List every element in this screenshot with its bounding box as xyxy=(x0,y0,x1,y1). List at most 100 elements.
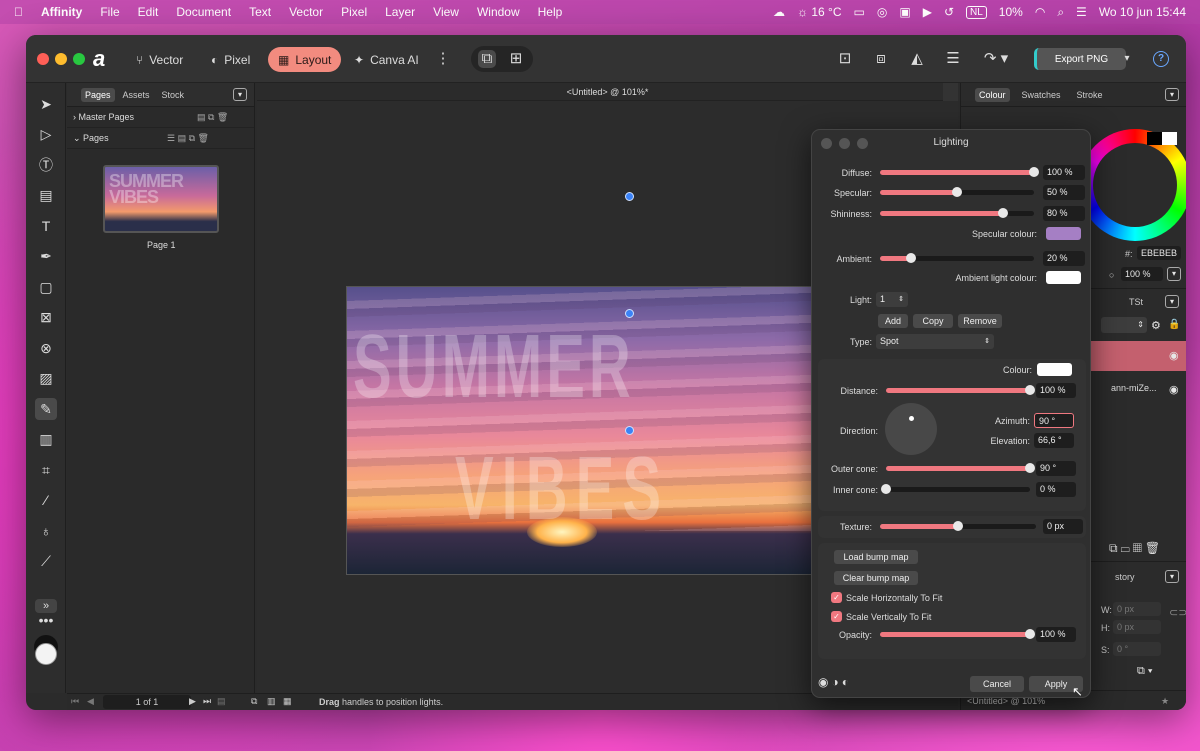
preview-mode-icons[interactable]: ◉◑◐ xyxy=(818,675,852,689)
page-options-icon[interactable]: ▤ xyxy=(217,696,226,707)
opacity-dropdown-icon[interactable]: ▾ xyxy=(1167,267,1181,281)
texture-value[interactable]: 0 px xyxy=(1043,519,1083,534)
page-thumbnail[interactable]: SUMMER VIBES xyxy=(103,165,219,233)
distance-slider[interactable] xyxy=(886,385,1035,395)
export-dropdown-icon[interactable]: ▾ xyxy=(1118,50,1136,68)
persona-layout[interactable]: ▦ Layout xyxy=(268,47,342,72)
artistic-text-tool-icon[interactable]: T xyxy=(35,215,57,237)
layers-tab[interactable]: TSt xyxy=(1129,297,1143,307)
colour-opacity-input[interactable]: 100 % xyxy=(1121,267,1163,281)
first-page-icon[interactable]: ⏮ xyxy=(71,696,79,707)
outer-cone-value[interactable]: 90 ° xyxy=(1036,461,1076,476)
diffuse-value[interactable]: 100 % xyxy=(1043,165,1085,180)
export-png-button[interactable]: Export PNG xyxy=(1034,48,1126,70)
width-input[interactable]: 0 px xyxy=(1113,602,1161,616)
layers-panel-menu-icon[interactable]: ▾ xyxy=(1165,295,1179,308)
favorite-star-icon[interactable]: ★ xyxy=(1161,691,1169,710)
window-minimize-button[interactable] xyxy=(55,53,67,65)
layer-visibility-eye-icon-2[interactable]: ◉ xyxy=(1169,383,1179,396)
document-tool-icon[interactable]: ▥ xyxy=(35,428,57,450)
briefcase-icon[interactable]: ▣ xyxy=(899,5,910,19)
page-counter[interactable]: 1 of 1 xyxy=(103,695,191,709)
help-icon[interactable]: ? xyxy=(1153,51,1169,67)
view-icon[interactable]: ▥ xyxy=(267,696,276,707)
add-light-button[interactable]: Add xyxy=(878,314,908,328)
light-colour-swatch[interactable] xyxy=(1037,363,1072,376)
prev-page-icon[interactable]: ◀ xyxy=(87,696,94,707)
slider-knob[interactable] xyxy=(881,484,891,494)
apple-icon[interactable]:  xyxy=(14,5,23,19)
light-handle-top[interactable] xyxy=(625,192,634,201)
time-machine-icon[interactable]: ↺ xyxy=(944,5,954,19)
master-pages-section[interactable]: › Master Pages ▤ ⧉ 🗑 xyxy=(67,107,254,128)
eyedropper-tool-icon[interactable]: ⁄ xyxy=(35,489,57,511)
input-source[interactable]: NL xyxy=(966,5,987,19)
tab-swatches[interactable]: Swatches xyxy=(1018,88,1065,102)
slider-knob[interactable] xyxy=(998,208,1009,218)
light-number-stepper[interactable]: 1 ⇕ xyxy=(876,292,908,307)
crop-tool-icon[interactable]: ⌗ xyxy=(35,459,57,481)
persona-vector[interactable]: ⑂ Vector xyxy=(126,47,193,72)
control-center-icon[interactable]: ☰ xyxy=(1076,5,1087,19)
black-swatch[interactable] xyxy=(1147,132,1162,145)
node-tool-icon[interactable]: ▷ xyxy=(35,123,57,145)
flip-icon[interactable]: ◭ xyxy=(908,50,926,68)
master-page-tools-icon[interactable]: ▤ ⧉ 🗑 xyxy=(197,112,228,123)
layer-settings-gear-icon[interactable]: ⚙ xyxy=(1151,319,1161,332)
specular-slider[interactable] xyxy=(880,187,1034,197)
sunset-image[interactable]: SUMMER VIBES xyxy=(346,286,812,575)
picture-frame-tool-icon[interactable]: ⊠ xyxy=(35,306,57,328)
specular-value[interactable]: 50 % xyxy=(1043,185,1085,200)
layer-name[interactable]: ann-miZe... xyxy=(1111,383,1157,393)
lock-icon[interactable]: 🔒 xyxy=(1168,319,1180,330)
menu-layer[interactable]: Layer xyxy=(385,5,415,19)
white-swatch[interactable] xyxy=(1162,132,1177,145)
shininess-slider[interactable] xyxy=(880,208,1034,218)
stepper-arrows-icon[interactable]: ⇕ xyxy=(898,292,904,307)
shininess-value[interactable]: 80 % xyxy=(1043,206,1085,221)
layer-actions-icons[interactable]: ⧉▭▦🗑 xyxy=(1109,541,1163,556)
opacity-value[interactable]: 100 % xyxy=(1036,627,1076,642)
pages-section[interactable]: ⌄ Pages ☰ ▤ ⧉ 🗑 xyxy=(67,128,254,149)
menu-help[interactable]: Help xyxy=(538,5,563,19)
window-close-button[interactable] xyxy=(37,53,49,65)
transform-dropdown-icon[interactable]: ↷ ▾ xyxy=(981,50,1011,68)
next-page-icon[interactable]: ▶ xyxy=(189,696,196,707)
menu-app-name[interactable]: Affinity xyxy=(41,5,82,19)
colour-panel-menu-icon[interactable]: ▾ xyxy=(1165,88,1179,101)
slider-knob[interactable] xyxy=(1025,385,1035,395)
fill-color-swatch[interactable] xyxy=(35,643,57,665)
copy-light-button[interactable]: Copy xyxy=(913,314,953,328)
color-picker-tool-icon[interactable]: ⟋ xyxy=(35,550,57,572)
pen-tool-icon[interactable]: ✒ xyxy=(35,245,57,267)
menu-document[interactable]: Document xyxy=(176,5,231,19)
affinity-logo-icon[interactable]: a xyxy=(93,46,105,72)
specular-colour-swatch[interactable] xyxy=(1046,227,1081,240)
page-tools-icon[interactable]: ☰ ▤ ⧉ 🗑 xyxy=(167,133,209,144)
persona-pixel[interactable]: ◐ Pixel xyxy=(201,47,260,72)
light-handle-middle[interactable] xyxy=(625,309,634,318)
display-icon[interactable]: ▭ xyxy=(854,5,865,19)
more-options-icon[interactable]: ⋮ xyxy=(434,50,452,68)
place-image-tool-icon[interactable]: ▨ xyxy=(35,367,57,389)
persona-canva-ai[interactable]: ✦ Canva AI xyxy=(344,47,429,72)
text-frame-tool-icon[interactable]: Ⓣ xyxy=(35,154,57,176)
tab-colour[interactable]: Colour xyxy=(975,87,1010,102)
azimuth-input[interactable]: 90 ° xyxy=(1034,413,1074,428)
light-type-select[interactable]: Spot ⇕ xyxy=(876,334,994,349)
snapping-icon[interactable]: ⊡ xyxy=(836,50,854,68)
creative-cloud-icon[interactable]: ◎ xyxy=(877,5,887,19)
arrange-icon[interactable]: ⧈ xyxy=(872,50,890,68)
distance-value[interactable]: 100 % xyxy=(1036,383,1076,398)
slider-knob[interactable] xyxy=(1029,167,1039,177)
menu-view[interactable]: View xyxy=(433,5,459,19)
slider-knob[interactable] xyxy=(953,521,963,531)
colour-wheel[interactable] xyxy=(1079,129,1186,241)
opacity-slider[interactable] xyxy=(880,629,1035,639)
panel-menu-chevron-icon[interactable]: ▾ xyxy=(233,88,247,101)
history-panel-menu-icon[interactable]: ▾ xyxy=(1165,570,1179,583)
shear-input[interactable]: 0 ° xyxy=(1113,642,1161,656)
height-input[interactable]: 0 px xyxy=(1113,620,1161,634)
expand-tools-icon[interactable]: » xyxy=(35,599,57,613)
link-dimensions-icon[interactable]: ⊂⊃ xyxy=(1169,606,1186,619)
